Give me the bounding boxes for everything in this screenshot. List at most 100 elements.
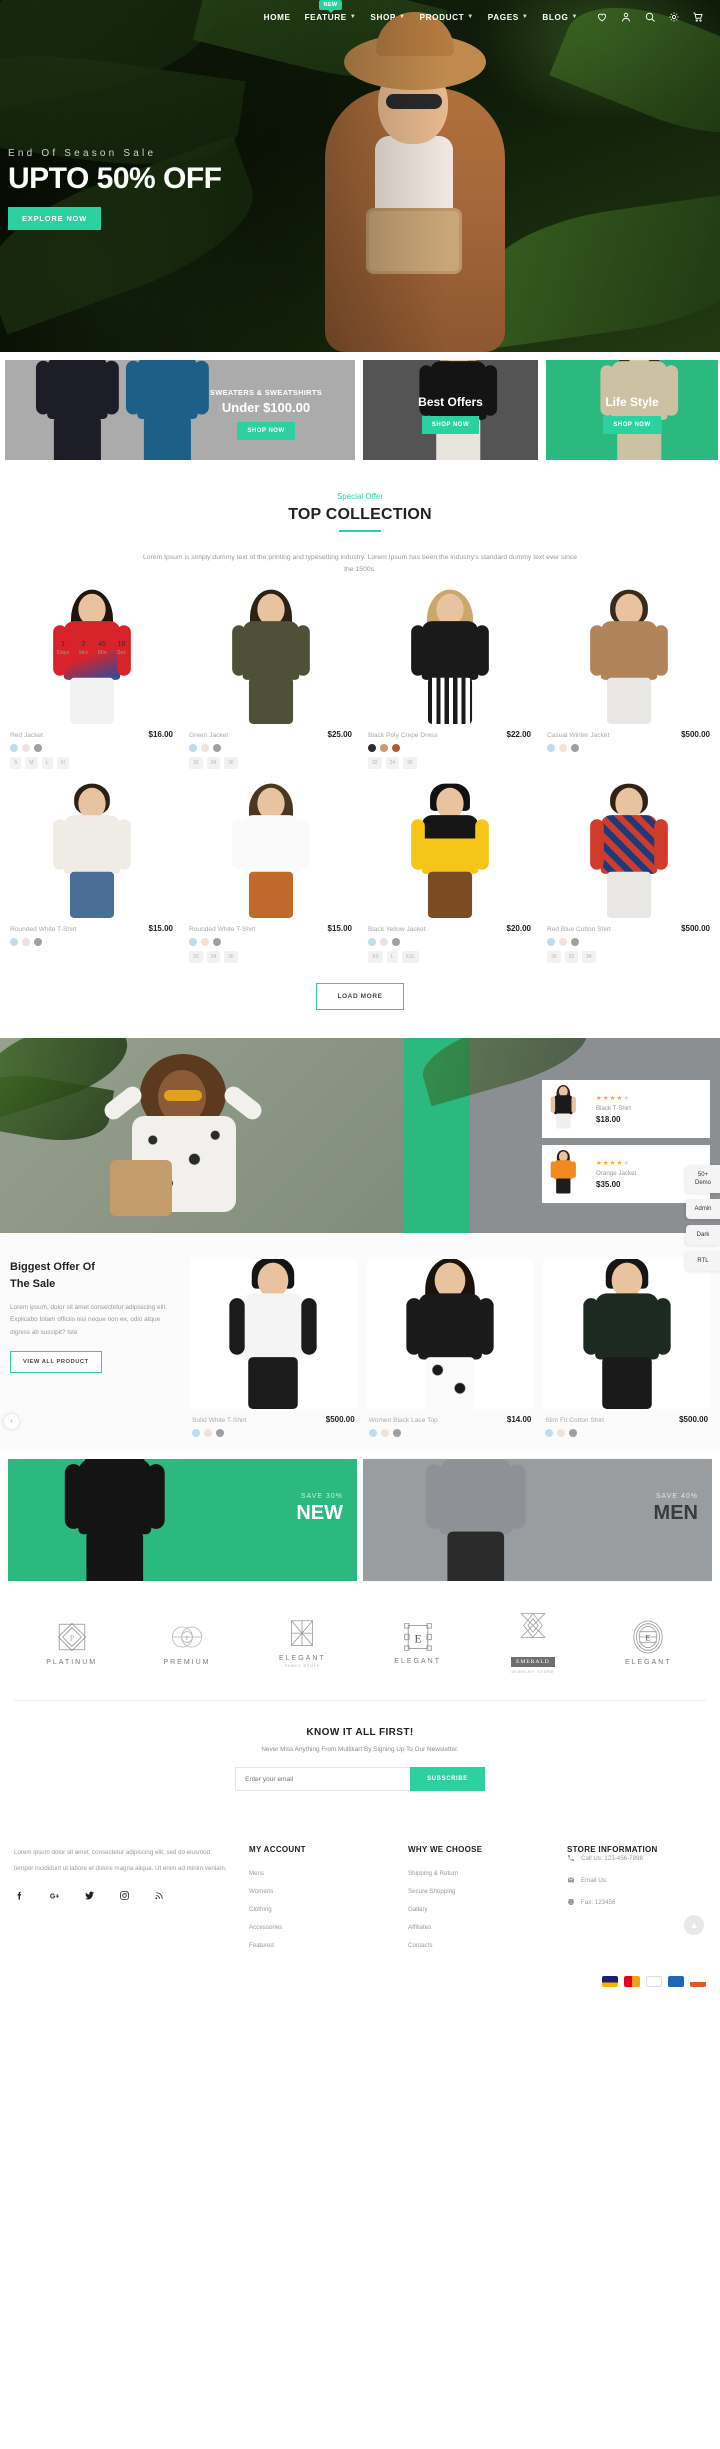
back-to-top-button[interactable]: ▲ — [684, 1915, 704, 1936]
color-swatches[interactable] — [545, 744, 712, 753]
rss-icon[interactable] — [154, 1890, 165, 1901]
nav-item-home[interactable]: HOME — [264, 13, 291, 22]
size-option[interactable]: Xl — [56, 757, 69, 770]
banner-new[interactable]: SAVE 30% NEW — [8, 1459, 357, 1582]
product-image[interactable] — [187, 589, 354, 725]
color-swatch[interactable] — [392, 1429, 401, 1438]
product-image[interactable] — [366, 783, 533, 919]
product-card[interactable]: Solid White T-Shirt $500.00 — [190, 1259, 357, 1438]
footer-link[interactable]: Womens — [249, 1888, 388, 1895]
cart-icon[interactable] — [692, 11, 704, 23]
color-swatch[interactable] — [201, 938, 209, 947]
size-option[interactable]: 32 — [189, 951, 203, 964]
brand-elegant-fancy[interactable]: ELEGANT FANCY STUFF — [256, 1618, 348, 1668]
twitter-icon[interactable] — [84, 1890, 95, 1901]
size-option[interactable]: 30 — [547, 951, 561, 964]
heart-icon[interactable] — [596, 11, 608, 23]
size-options[interactable]: 32 34 36 — [187, 757, 354, 770]
size-option[interactable]: XXL — [401, 951, 420, 964]
color-swatch[interactable] — [559, 744, 567, 753]
footer-link[interactable]: Accessories — [249, 1924, 388, 1931]
size-option[interactable]: M — [25, 757, 38, 770]
product-card[interactable]: Black Yellow Jacket $20.00 XS L XXL — [366, 783, 533, 964]
promo-card-sweaters[interactable]: SWEATERS & SWEATSHIRTS Under $100.00 SHO… — [5, 360, 355, 460]
size-option[interactable]: 34 — [206, 757, 221, 770]
color-swatch[interactable] — [380, 744, 388, 753]
color-swatch[interactable] — [545, 1429, 554, 1438]
color-swatch[interactable] — [10, 938, 18, 947]
explore-now-button[interactable]: EXPLORE NOW — [8, 206, 102, 230]
footer-link[interactable]: Affiliates — [408, 1924, 547, 1931]
color-swatches[interactable] — [367, 1429, 534, 1438]
product-image[interactable] — [366, 1259, 534, 1410]
size-option[interactable]: 34 — [206, 951, 221, 964]
color-swatch[interactable] — [204, 1429, 212, 1438]
product-card[interactable]: 1 Days 2 Hrs 45 Min 18 Sec Red Jacket $16.00 — [8, 589, 175, 770]
size-option[interactable]: 32 — [564, 951, 579, 964]
color-swatch[interactable] — [547, 938, 555, 947]
color-swatches[interactable] — [187, 938, 354, 947]
size-options[interactable]: 32 34 36 — [187, 951, 354, 964]
promo-card-lifestyle[interactable]: Life Style SHOP NOW — [546, 360, 718, 460]
product-card[interactable]: Green Jacket $25.00 32 34 36 — [187, 589, 354, 770]
size-option[interactable]: 34 — [385, 757, 400, 770]
subscribe-button[interactable]: SUBSCRIBE — [410, 1767, 485, 1792]
demo-tab-admin[interactable]: Admin — [686, 1199, 720, 1220]
google-plus-icon[interactable]: G+ — [49, 1890, 60, 1901]
size-options[interactable]: 30 32 34 — [545, 951, 712, 964]
footer-link[interactable]: Contacts — [408, 1942, 547, 1949]
product-image[interactable] — [543, 1259, 711, 1410]
product-card[interactable]: Rounded White T-Shirt $15.00 — [8, 783, 175, 963]
gear-icon[interactable] — [668, 11, 680, 23]
color-swatch[interactable] — [189, 744, 197, 753]
banner-men[interactable]: SAVE 40% MEN — [363, 1459, 712, 1582]
load-more-button[interactable]: LOAD MORE — [316, 983, 404, 1011]
demo-tab-50-demo[interactable]: 50+ Demo — [686, 1165, 720, 1194]
footer-link[interactable]: Featured — [249, 1942, 388, 1949]
color-swatch[interactable] — [213, 744, 221, 753]
size-options[interactable]: 32 34 36 — [366, 757, 533, 770]
footer-link[interactable]: Gallary — [408, 1906, 547, 1913]
demo-tab-rtl[interactable]: RTL — [686, 1251, 720, 1272]
color-swatch[interactable] — [10, 744, 18, 753]
color-swatch[interactable] — [22, 744, 30, 753]
size-option[interactable]: S — [10, 757, 22, 770]
color-swatch[interactable] — [368, 938, 376, 947]
product-image[interactable] — [187, 783, 354, 919]
color-swatches[interactable] — [545, 938, 712, 947]
view-all-product-button[interactable]: VIEW ALL PRODUCT — [10, 1350, 102, 1373]
size-option[interactable]: XS — [368, 951, 383, 964]
color-swatch[interactable] — [368, 1429, 377, 1438]
color-swatch[interactable] — [571, 744, 579, 753]
color-swatch[interactable] — [559, 938, 567, 947]
product-image[interactable] — [545, 589, 712, 725]
user-icon[interactable] — [620, 11, 632, 23]
color-swatches[interactable] — [366, 938, 533, 947]
side-product-card[interactable]: ★★★★★ Black T-Shirt $18.00 — [542, 1080, 710, 1139]
nav-item-feature[interactable]: NEW FEATURE ▼ — [305, 0, 357, 22]
footer-link[interactable]: Mens — [249, 1870, 388, 1877]
color-swatch[interactable] — [392, 938, 400, 947]
color-swatches[interactable] — [190, 1429, 357, 1438]
facebook-icon[interactable] — [14, 1890, 25, 1901]
color-swatches[interactable] — [543, 1429, 710, 1438]
color-swatches[interactable] — [187, 744, 354, 753]
brand-premium[interactable]: P PREMIUM — [141, 1620, 233, 1666]
nav-item-product[interactable]: PRODUCT ▼ — [420, 13, 474, 22]
footer-link[interactable]: Clothing — [249, 1906, 388, 1913]
product-image[interactable] — [190, 1259, 357, 1410]
product-image[interactable] — [545, 783, 712, 919]
search-icon[interactable] — [644, 11, 656, 23]
size-option[interactable]: 32 — [189, 757, 203, 770]
size-options[interactable]: S M L Xl — [8, 757, 175, 770]
size-option[interactable]: 36 — [403, 757, 417, 770]
color-swatch[interactable] — [571, 938, 579, 947]
carousel-prev-button[interactable]: ‹ — [4, 1414, 19, 1430]
size-option[interactable]: 36 — [224, 951, 238, 964]
shop-now-button[interactable]: SHOP NOW — [603, 416, 661, 434]
color-swatch[interactable] — [557, 1429, 566, 1438]
color-swatch[interactable] — [380, 938, 388, 947]
size-option[interactable]: L — [41, 757, 53, 770]
color-swatch[interactable] — [201, 744, 209, 753]
shop-now-button[interactable]: SHOP NOW — [421, 416, 480, 434]
